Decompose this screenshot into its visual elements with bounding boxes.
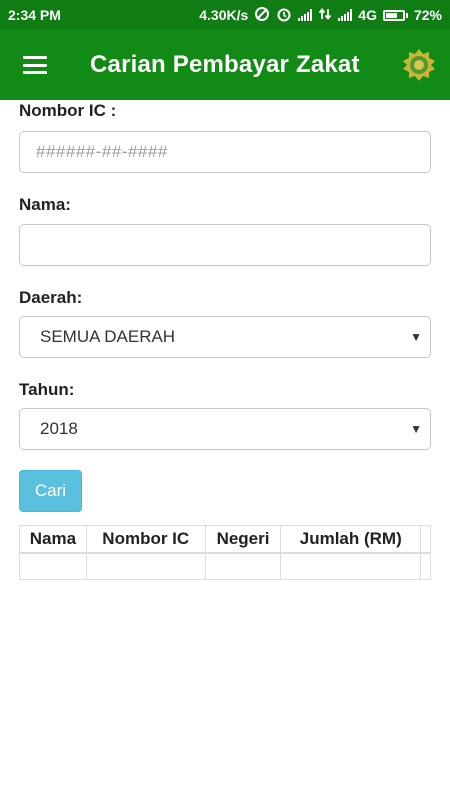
status-time: 2:34 PM [8,7,61,23]
battery-icon [382,9,408,21]
data-saver-icon [254,6,270,25]
column-header-extra [420,525,431,554]
ic-label: Nombor IC : [19,101,117,120]
search-button[interactable]: Cari [19,470,82,512]
year-label: Tahun: [19,380,75,399]
table-cell [280,552,422,580]
table-cell [420,552,431,580]
ic-input[interactable]: ######-##-#### [19,131,431,173]
table-cell [19,552,87,580]
hamburger-icon [23,56,47,74]
results-table: Nama Nombor IC Negeri Jumlah (RM) [19,525,431,580]
column-header-amount: Jumlah (RM) [280,525,422,554]
network-type: 4G [358,7,377,23]
year-select[interactable]: 2018 ▼ [19,408,431,450]
alarm-icon [276,6,292,25]
status-bar: 2:34 PM 4.30K/s 4G 72% [0,0,450,30]
column-header-ic: Nombor IC [85,525,206,554]
column-header-state: Negeri [204,525,282,554]
page-title: Carian Pembayar Zakat [90,51,360,78]
dropdown-arrow-icon: ▼ [410,330,422,344]
table-cell [204,552,282,580]
district-label: Daerah: [19,288,83,307]
name-input[interactable] [19,224,431,266]
table-header-row: Nama Nombor IC Negeri Jumlah (RM) [19,525,431,554]
signal-icon [298,9,313,21]
table-cell [85,552,206,580]
name-label: Nama: [19,195,71,214]
ic-placeholder: ######-##-#### [36,142,168,161]
year-selected: 2018 [40,419,78,438]
dropdown-arrow-icon: ▼ [410,422,422,436]
battery-percent: 72% [413,7,442,23]
data-transfer-icon [318,7,332,24]
signal-icon-2 [338,9,353,21]
district-selected: SEMUA DAERAH [40,327,176,346]
network-speed: 4.30K/s [199,7,249,23]
status-indicators: 4.30K/s 4G 72% [199,6,442,25]
emblem-logo-icon [403,49,435,81]
table-row [19,552,431,580]
district-select[interactable]: SEMUA DAERAH ▼ [19,316,431,358]
column-header-name: Nama [19,525,87,554]
menu-button[interactable] [0,30,70,100]
app-bar: Carian Pembayar Zakat [0,30,450,100]
